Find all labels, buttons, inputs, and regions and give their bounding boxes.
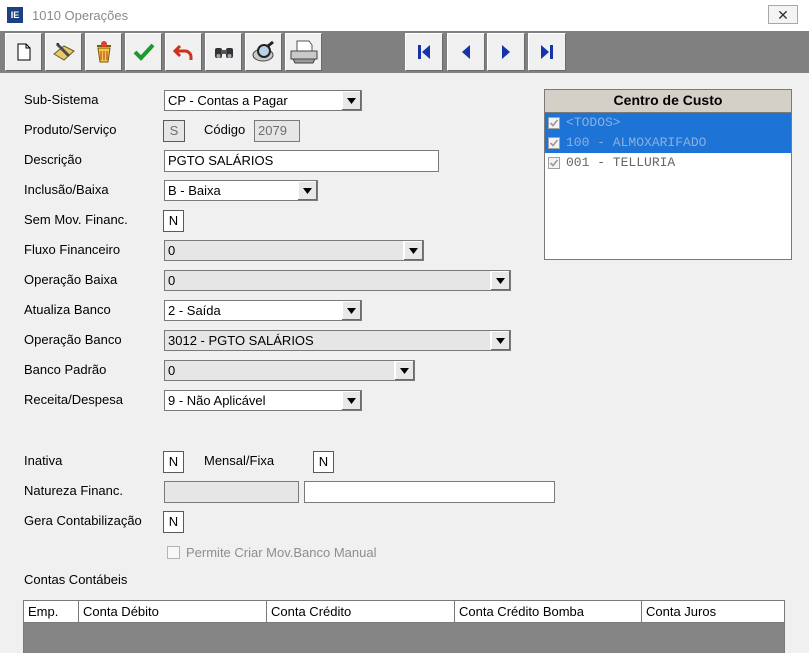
inclusao-baixa-label: Inclusão/Baixa — [24, 182, 109, 197]
next-record-button[interactable] — [487, 33, 525, 71]
centro-custo-item-label: 100 - ALMOXARIFADO — [566, 135, 707, 150]
grid-header: Emp. Conta Débito Conta Crédito Conta Cr… — [24, 601, 784, 623]
undo-icon — [172, 44, 192, 60]
mensal-fixa-field[interactable]: N — [313, 451, 334, 473]
confirm-check-icon — [133, 43, 154, 61]
produto-servico-label: Produto/Serviço — [24, 122, 117, 137]
receita-despesa-label: Receita/Despesa — [24, 392, 123, 407]
receita-despesa-value: 9 - Não Aplicável — [168, 393, 266, 408]
permite-criar-checkbox[interactable] — [167, 546, 180, 559]
fluxo-financeiro-select[interactable]: 0 — [164, 240, 424, 261]
centro-custo-item-label: 001 - TELLURIA — [566, 155, 676, 170]
sub-sistema-label: Sub-Sistema — [24, 92, 99, 107]
receita-despesa-select[interactable]: 9 - Não Aplicável — [164, 390, 362, 411]
descricao-input[interactable]: PGTO SALÁRIOS — [164, 150, 439, 172]
natureza-financ-label: Natureza Financ. — [24, 483, 123, 498]
centro-custo-title: Centro de Custo — [545, 90, 791, 113]
operacao-baixa-label: Operação Baixa — [24, 272, 118, 287]
checkbox-checked-icon[interactable] — [548, 117, 560, 129]
search-button[interactable] — [205, 33, 242, 71]
sem-mov-financ-field[interactable]: N — [163, 210, 184, 232]
new-document-icon — [17, 43, 30, 61]
centro-custo-item[interactable]: 001 - TELLURIA — [545, 153, 791, 173]
checkbox-checked-icon[interactable] — [548, 157, 560, 169]
banco-padrao-label: Banco Padrão — [24, 362, 107, 377]
column-header-conta-juros[interactable]: Conta Juros — [642, 601, 784, 622]
column-header-conta-credito-bomba[interactable]: Conta Crédito Bomba — [455, 601, 642, 622]
centro-custo-item-label: <TODOS> — [566, 115, 621, 130]
descricao-label: Descrição — [24, 152, 82, 167]
first-record-icon — [418, 45, 430, 59]
chevron-down-icon[interactable] — [341, 301, 361, 320]
atualiza-banco-select[interactable]: 2 - Saída — [164, 300, 362, 321]
gera-contabilizacao-label: Gera Contabilização — [24, 513, 142, 528]
printer-icon — [290, 40, 317, 64]
permite-criar-label: Permite Criar Mov.Banco Manual — [186, 545, 377, 560]
centro-custo-panel: Centro de Custo <TODOS> 100 - ALMOXARIFA… — [544, 89, 792, 260]
previous-record-icon — [462, 45, 470, 59]
atualiza-banco-label: Atualiza Banco — [24, 302, 111, 317]
last-record-icon — [541, 45, 553, 59]
next-record-icon — [502, 45, 510, 59]
zoom-button[interactable] — [245, 33, 282, 71]
edit-button[interactable] — [45, 33, 82, 71]
confirm-button[interactable] — [125, 33, 162, 71]
banco-padrao-value: 0 — [168, 363, 176, 378]
operacao-banco-label: Operação Banco — [24, 332, 122, 347]
undo-button[interactable] — [165, 33, 202, 71]
inclusao-baixa-value: B - Baixa — [168, 183, 221, 198]
app-logo-icon: IE — [7, 7, 23, 23]
inativa-label: Inativa — [24, 453, 63, 468]
chevron-down-icon[interactable] — [394, 361, 414, 380]
centro-custo-item[interactable]: <TODOS> — [545, 113, 791, 133]
produto-servico-field[interactable]: S — [163, 120, 185, 142]
delete-button[interactable] — [85, 33, 122, 71]
fluxo-financeiro-label: Fluxo Financeiro — [24, 242, 121, 257]
new-button[interactable] — [5, 33, 42, 71]
natureza-financ-code-field[interactable] — [164, 481, 299, 503]
chevron-down-icon[interactable] — [297, 181, 317, 200]
previous-record-button[interactable] — [447, 33, 485, 71]
sub-sistema-select[interactable]: CP - Contas a Pagar — [164, 90, 362, 111]
column-header-conta-debito[interactable]: Conta Débito — [79, 601, 267, 622]
operacao-banco-select[interactable]: 3012 - PGTO SALÁRIOS — [164, 330, 511, 351]
inativa-field[interactable]: N — [163, 451, 184, 473]
checkbox-checked-icon[interactable] — [548, 137, 560, 149]
delete-icon — [96, 41, 111, 63]
operacao-baixa-value: 0 — [168, 273, 176, 288]
print-button[interactable] — [285, 33, 322, 71]
banco-padrao-select[interactable]: 0 — [164, 360, 415, 381]
chevron-down-icon[interactable] — [490, 331, 510, 350]
chevron-down-icon[interactable] — [490, 271, 510, 290]
magnifier-icon — [252, 40, 274, 62]
contas-contabeis-grid[interactable]: Emp. Conta Débito Conta Crédito Conta Cr… — [23, 600, 785, 653]
codigo-field[interactable]: 2079 — [254, 120, 300, 142]
mensal-fixa-label: Mensal/Fixa — [204, 453, 275, 468]
natureza-financ-desc-field[interactable] — [304, 481, 555, 503]
toolbar — [0, 31, 809, 73]
column-header-emp[interactable]: Emp. — [24, 601, 79, 622]
centro-custo-item[interactable]: 100 - ALMOXARIFADO — [545, 133, 791, 153]
close-button[interactable]: ✕ — [768, 5, 798, 24]
atualiza-banco-value: 2 - Saída — [168, 303, 221, 318]
inclusao-baixa-select[interactable]: B - Baixa — [164, 180, 318, 201]
first-record-button[interactable] — [405, 33, 443, 71]
edit-icon — [52, 42, 75, 61]
last-record-button[interactable] — [528, 33, 566, 71]
contas-contabeis-label: Contas Contábeis — [24, 572, 128, 587]
chevron-down-icon[interactable] — [341, 391, 361, 410]
title-bar: IE 1010 Operações ✕ — [0, 0, 809, 32]
fluxo-financeiro-value: 0 — [168, 243, 176, 258]
binoculars-search-icon — [214, 48, 233, 58]
sub-sistema-value: CP - Contas a Pagar — [168, 93, 288, 108]
chevron-down-icon[interactable] — [403, 241, 423, 260]
chevron-down-icon[interactable] — [341, 91, 361, 110]
sem-mov-financ-label: Sem Mov. Financ. — [24, 212, 128, 227]
operacao-banco-value: 3012 - PGTO SALÁRIOS — [168, 333, 314, 348]
codigo-label: Código — [204, 122, 246, 137]
column-header-conta-credito[interactable]: Conta Crédito — [267, 601, 455, 622]
gera-contabilizacao-field[interactable]: N — [163, 511, 184, 533]
window-title: 1010 Operações — [32, 8, 129, 23]
operacao-baixa-select[interactable]: 0 — [164, 270, 511, 291]
